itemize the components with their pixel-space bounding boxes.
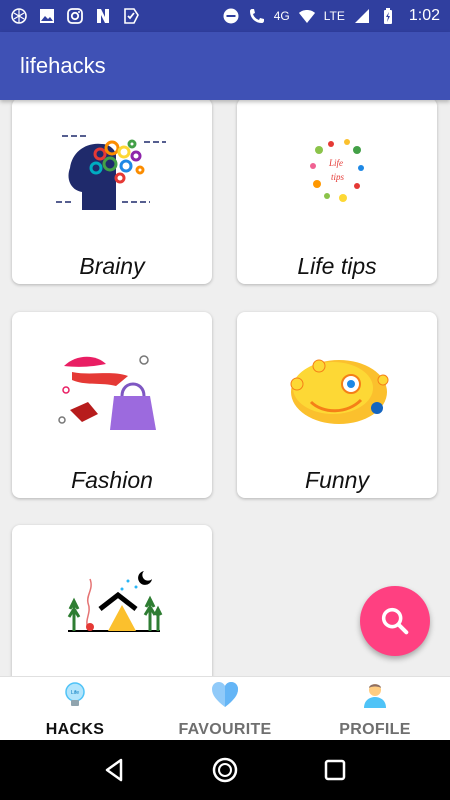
signal-4g-label: 4G	[273, 9, 290, 23]
n-icon	[94, 7, 112, 25]
svg-text:Life: Life	[328, 158, 343, 168]
life-tips-illustration: Life tips	[277, 122, 397, 222]
phone-4g-icon	[248, 7, 266, 25]
download-check-icon	[122, 7, 140, 25]
signal-icon	[353, 7, 371, 25]
person-icon	[359, 679, 391, 711]
status-time: 1:02	[408, 7, 440, 24]
brain-gears-illustration	[52, 122, 172, 222]
bottom-navigation: Life HACKS FAVOURITE PROFILE	[0, 676, 450, 740]
category-card-funny[interactable]: Funny	[237, 312, 437, 498]
search-icon	[378, 604, 412, 638]
nav-label-favourite: FAVOURITE	[178, 721, 272, 738]
nav-item-hacks[interactable]: Life HACKS	[0, 677, 150, 740]
nav-item-favourite[interactable]: FAVOURITE	[150, 677, 300, 740]
heart-icon	[209, 679, 241, 711]
svg-text:tips: tips	[331, 172, 345, 182]
category-card-camping[interactable]	[12, 525, 212, 676]
fashion-illustration	[52, 336, 172, 436]
nav-item-profile[interactable]: PROFILE	[300, 677, 450, 740]
status-bar: 4G LTE 1:02	[0, 0, 450, 32]
category-label: Brainy	[79, 253, 145, 279]
battery-charging-icon	[379, 7, 397, 25]
network-type: LTE	[323, 9, 345, 23]
category-card-brainy[interactable]: Brainy	[12, 100, 212, 284]
app-icon	[10, 7, 28, 25]
lightbulb-icon: Life	[59, 679, 91, 711]
back-button[interactable]	[95, 750, 135, 790]
do-not-disturb-icon	[222, 7, 240, 25]
app-bar: lifehacks	[0, 32, 450, 100]
nav-label-profile: PROFILE	[339, 721, 411, 738]
home-icon	[211, 756, 239, 784]
svg-text:Life: Life	[71, 690, 79, 696]
back-icon	[101, 756, 129, 784]
category-label: Life tips	[297, 253, 377, 279]
funny-emoji-illustration	[277, 336, 397, 436]
system-navigation-bar	[0, 740, 450, 800]
camping-illustration	[52, 549, 172, 649]
app-title: lifehacks	[20, 53, 106, 78]
category-card-fashion[interactable]: Fashion	[12, 312, 212, 498]
image-icon	[38, 7, 56, 25]
home-button[interactable]	[205, 750, 245, 790]
category-label: Funny	[305, 467, 369, 493]
instagram-icon	[66, 7, 84, 25]
nav-label-hacks: HACKS	[45, 721, 105, 738]
recents-icon	[321, 756, 349, 784]
category-label: Fashion	[71, 467, 153, 493]
recents-button[interactable]	[315, 750, 355, 790]
wifi-icon	[298, 7, 316, 25]
category-card-life-tips[interactable]: Life tips Life tips	[237, 100, 437, 284]
search-fab-button[interactable]	[360, 586, 430, 656]
